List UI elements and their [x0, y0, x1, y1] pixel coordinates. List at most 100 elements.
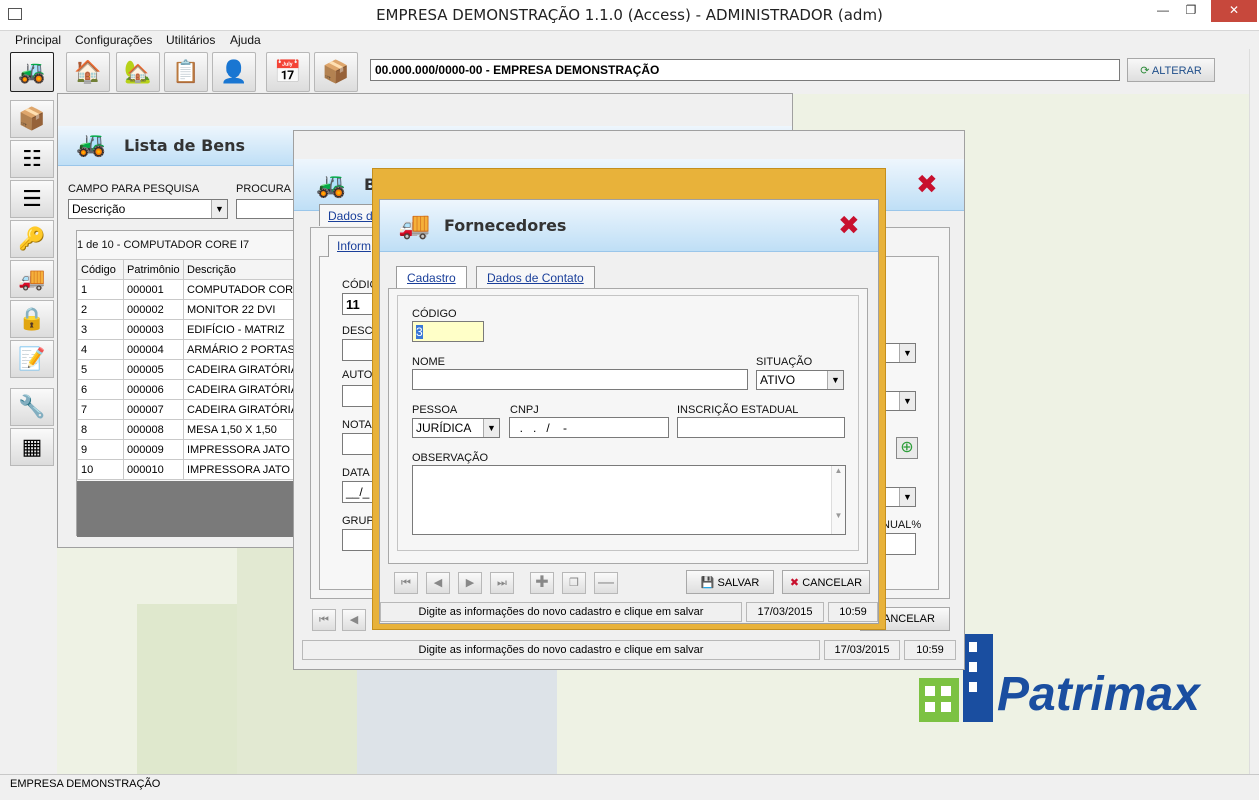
- cadastro-panel: CÓDIGO 3 NOME SITUAÇÃO ATIVO ▼ PESSOA JU…: [388, 288, 868, 564]
- nome-label: NOME: [412, 356, 445, 368]
- cell-patrimonio[interactable]: 000001: [123, 279, 184, 300]
- brick-wall-icon[interactable]: ▦: [10, 428, 54, 466]
- cell-patrimonio[interactable]: 000010: [123, 459, 184, 480]
- remove-icon[interactable]: —: [594, 572, 618, 594]
- tab-cadastro[interactable]: Cadastro: [396, 266, 467, 288]
- close-button[interactable]: ✕: [1211, 0, 1257, 22]
- tools-icon[interactable]: 🔧: [10, 388, 54, 426]
- prev-record-icon[interactable]: ◀: [342, 609, 366, 631]
- table-row[interactable]: 5 000005 CADEIRA GIRATÓRIA: [77, 359, 313, 380]
- calendar-icon[interactable]: 📅: [266, 52, 310, 92]
- menu-ajuda[interactable]: Ajuda: [230, 33, 261, 47]
- cell-patrimonio[interactable]: 000005: [123, 359, 184, 380]
- first-record-icon[interactable]: ⏮: [312, 609, 336, 631]
- campo-pesquisa-select[interactable]: Descrição ▼: [68, 199, 228, 219]
- inscricao-estadual-label: INSCRIÇÃO ESTADUAL: [677, 404, 799, 416]
- cell-patrimonio[interactable]: 000002: [123, 299, 184, 320]
- cell-codigo[interactable]: 8: [77, 419, 124, 440]
- table-row[interactable]: 3 000003 EDIFÍCIO - MATRIZ: [77, 319, 313, 340]
- procura-label: PROCURA P: [236, 183, 301, 195]
- menu-principal[interactable]: Principal: [15, 33, 61, 47]
- nome-input[interactable]: [412, 369, 748, 390]
- add-icon[interactable]: ✚: [530, 572, 554, 594]
- cell-codigo[interactable]: 4: [77, 339, 124, 360]
- cell-patrimonio[interactable]: 000003: [123, 319, 184, 340]
- table-row[interactable]: 4 000004 ARMÁRIO 2 PORTAS: [77, 339, 313, 360]
- first-record-icon[interactable]: ⏮: [394, 572, 418, 594]
- add-circle-icon[interactable]: ⊕: [896, 437, 918, 459]
- salvar-button[interactable]: 💾 SALVAR: [686, 570, 774, 594]
- table-row[interactable]: 8 000008 MESA 1,50 X 1,50: [77, 419, 313, 440]
- fornecedores-header: 🚚 Fornecedores ✖: [380, 200, 878, 252]
- org-chart-icon[interactable]: ☷: [10, 140, 54, 178]
- inscricao-estadual-input[interactable]: [677, 417, 845, 438]
- table-row[interactable]: 6 000006 CADEIRA GIRATÓRIA: [77, 379, 313, 400]
- table-row[interactable]: 2 000002 MONITOR 22 DVI: [77, 299, 313, 320]
- campo-pesquisa-value: Descrição: [72, 202, 126, 216]
- cell-codigo[interactable]: 2: [77, 299, 124, 320]
- codigo-value: 3: [416, 325, 423, 339]
- cancelar-label: CANCELAR: [802, 577, 863, 589]
- codigo-input[interactable]: 3: [412, 321, 484, 342]
- house-green-icon[interactable]: 🏠: [66, 52, 110, 92]
- sidebar: 📦 ☷ ☰ 🔑 🚚 🔒 📝 🔧 ▦: [8, 98, 56, 472]
- cell-patrimonio[interactable]: 000004: [123, 339, 184, 360]
- menu-bar: Principal Configurações Utilitários Ajud…: [0, 31, 1259, 49]
- cell-codigo[interactable]: 3: [77, 319, 124, 340]
- chevron-down-icon: ▼: [211, 200, 227, 218]
- table-row[interactable]: 7 000007 CADEIRA GIRATÓRIA: [77, 399, 313, 420]
- boxes-icon[interactable]: 📦: [10, 100, 54, 138]
- next-record-icon[interactable]: ▶: [458, 572, 482, 594]
- cnpj-input[interactable]: . . / -: [509, 417, 669, 438]
- vertical-scrollbar[interactable]: [1249, 49, 1259, 774]
- alterar-button[interactable]: ⟳ ALTERAR: [1127, 58, 1215, 82]
- cancelar-button[interactable]: ✖ CANCELAR: [782, 570, 870, 594]
- observacao-textarea[interactable]: ▲ ▼: [412, 465, 846, 535]
- cell-patrimonio[interactable]: 000009: [123, 439, 184, 460]
- company-field[interactable]: 00.000.000/0000-00 - EMPRESA DEMONSTRAÇÃ…: [370, 59, 1120, 81]
- tab-dados-contato[interactable]: Dados de Contato: [476, 266, 595, 288]
- refresh-icon: ⟳: [1140, 65, 1150, 77]
- cancel-x-icon: ✖: [789, 577, 800, 589]
- table-row[interactable]: 10 000010 IMPRESSORA JATO DE: [77, 459, 313, 480]
- fornecedores-status-message: Digite as informações do novo cadastro e…: [380, 602, 742, 622]
- house-icon[interactable]: 🏡: [116, 52, 160, 92]
- close-icon[interactable]: ✖: [916, 171, 938, 197]
- cell-patrimonio[interactable]: 000006: [123, 379, 184, 400]
- fornecedores-title: Fornecedores: [444, 216, 567, 235]
- cell-codigo[interactable]: 5: [77, 359, 124, 380]
- table-row[interactable]: 9 000009 IMPRESSORA JATO DE: [77, 439, 313, 460]
- cell-codigo[interactable]: 9: [77, 439, 124, 460]
- cell-patrimonio[interactable]: 000008: [123, 419, 184, 440]
- pessoa-select[interactable]: JURÍDICA ▼: [412, 418, 500, 438]
- lock-icon[interactable]: 🔒: [10, 300, 54, 338]
- col-codigo[interactable]: Código: [77, 259, 124, 280]
- last-record-icon[interactable]: ⏭: [490, 572, 514, 594]
- box-icon[interactable]: 📦: [314, 52, 358, 92]
- table-row[interactable]: 1 000001 COMPUTADOR CORE I: [77, 279, 313, 300]
- document-pen-icon[interactable]: 📝: [10, 340, 54, 378]
- chevron-down-icon: ▼: [899, 344, 915, 362]
- minimize-button[interactable]: —: [1149, 0, 1177, 22]
- situacao-select[interactable]: ATIVO ▼: [756, 370, 844, 390]
- observacao-scrollbar[interactable]: ▲ ▼: [831, 466, 845, 534]
- nota-label: NOTA: [342, 419, 372, 431]
- cell-codigo[interactable]: 10: [77, 459, 124, 480]
- maximize-button[interactable]: ❐: [1177, 0, 1205, 22]
- cell-codigo[interactable]: 7: [77, 399, 124, 420]
- prev-record-icon[interactable]: ◀: [426, 572, 450, 594]
- key-icon[interactable]: 🔑: [10, 220, 54, 258]
- cell-patrimonio[interactable]: 000007: [123, 399, 184, 420]
- col-patrimonio[interactable]: Patrimônio: [123, 259, 184, 280]
- copy-icon[interactable]: ❐: [562, 572, 586, 594]
- forklift-icon[interactable]: 🚜: [10, 52, 54, 92]
- clipboard-icon[interactable]: 📋: [164, 52, 208, 92]
- cell-codigo[interactable]: 1: [77, 279, 124, 300]
- tree-list-icon[interactable]: ☰: [10, 180, 54, 218]
- cell-codigo[interactable]: 6: [77, 379, 124, 400]
- menu-configuracoes[interactable]: Configurações: [75, 33, 152, 47]
- menu-utilitarios[interactable]: Utilitários: [166, 33, 215, 47]
- close-icon[interactable]: ✖: [838, 212, 860, 238]
- user-icon[interactable]: 👤: [212, 52, 256, 92]
- truck-icon[interactable]: 🚚: [10, 260, 54, 298]
